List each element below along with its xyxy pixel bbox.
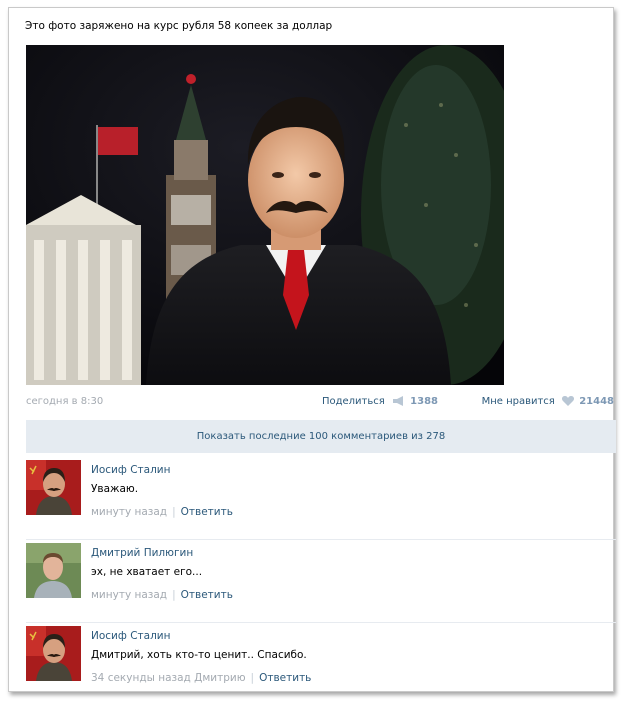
divider: | [250, 672, 255, 684]
divider: | [172, 589, 176, 601]
post-time[interactable]: сегодня в 8:30 [26, 396, 103, 407]
comment-author[interactable]: Иосиф Сталин [91, 630, 170, 642]
avatar[interactable] [26, 626, 81, 681]
comment-text: Дмитрий, хоть кто-то ценит.. Спасибо. [91, 649, 307, 661]
reply-link[interactable]: Ответить [181, 506, 233, 518]
like-label: Мне нравится [481, 396, 555, 407]
reply-link[interactable]: Ответить [181, 589, 233, 601]
comment-author[interactable]: Дмитрий Пилюгин [91, 547, 193, 559]
comment-time[interactable]: минуту назад [91, 506, 167, 518]
comment-meta: 34 секунды назад Дмитрию | Ответить [91, 672, 311, 684]
heart-icon [562, 396, 575, 406]
comment-meta: минуту назад | Ответить [91, 589, 233, 601]
show-more-comments-button[interactable]: Показать последние 100 комментариев из 2… [26, 420, 616, 453]
avatar[interactable] [26, 543, 81, 598]
comment-time[interactable]: 34 секунды назад Дмитрию [91, 672, 246, 684]
reply-link[interactable]: Ответить [259, 672, 311, 684]
comment-divider [26, 539, 616, 540]
comment-item: Иосиф Сталин Уважаю. минуту назад | Ответи… [26, 460, 616, 540]
megaphone-icon [392, 396, 403, 406]
post-frame: Это фото заряжено на курс рубля 58 копее… [8, 7, 616, 692]
comment-author[interactable]: Иосиф Сталин [91, 464, 170, 476]
like-count: 21448 [579, 396, 614, 407]
comment-meta: минуту назад | Ответить [91, 506, 233, 518]
share-count: 1388 [410, 396, 438, 407]
comment-divider [26, 622, 616, 623]
avatar[interactable] [26, 460, 81, 515]
divider: | [172, 506, 176, 518]
post-meta: сегодня в 8:30 Поделиться 1388 Мне нрави… [26, 396, 614, 410]
share-button[interactable]: Поделиться 1388 [322, 396, 438, 407]
post-text: Это фото заряжено на курс рубля 58 копее… [25, 20, 333, 32]
comment-text: Уважаю. [91, 483, 139, 495]
post-photo[interactable] [26, 45, 504, 385]
comment-item: Дмитрий Пилюгин эх, не хватает его... ми… [26, 543, 616, 623]
comment-item: Иосиф Сталин Дмитрий, хоть кто-то ценит.… [26, 626, 616, 686]
comment-text: эх, не хватает его... [91, 566, 203, 578]
comment-time[interactable]: минуту назад [91, 589, 167, 601]
share-label: Поделиться [321, 396, 385, 407]
like-button[interactable]: Мне нравится 21448 [482, 396, 614, 407]
portrait-image [26, 45, 504, 385]
